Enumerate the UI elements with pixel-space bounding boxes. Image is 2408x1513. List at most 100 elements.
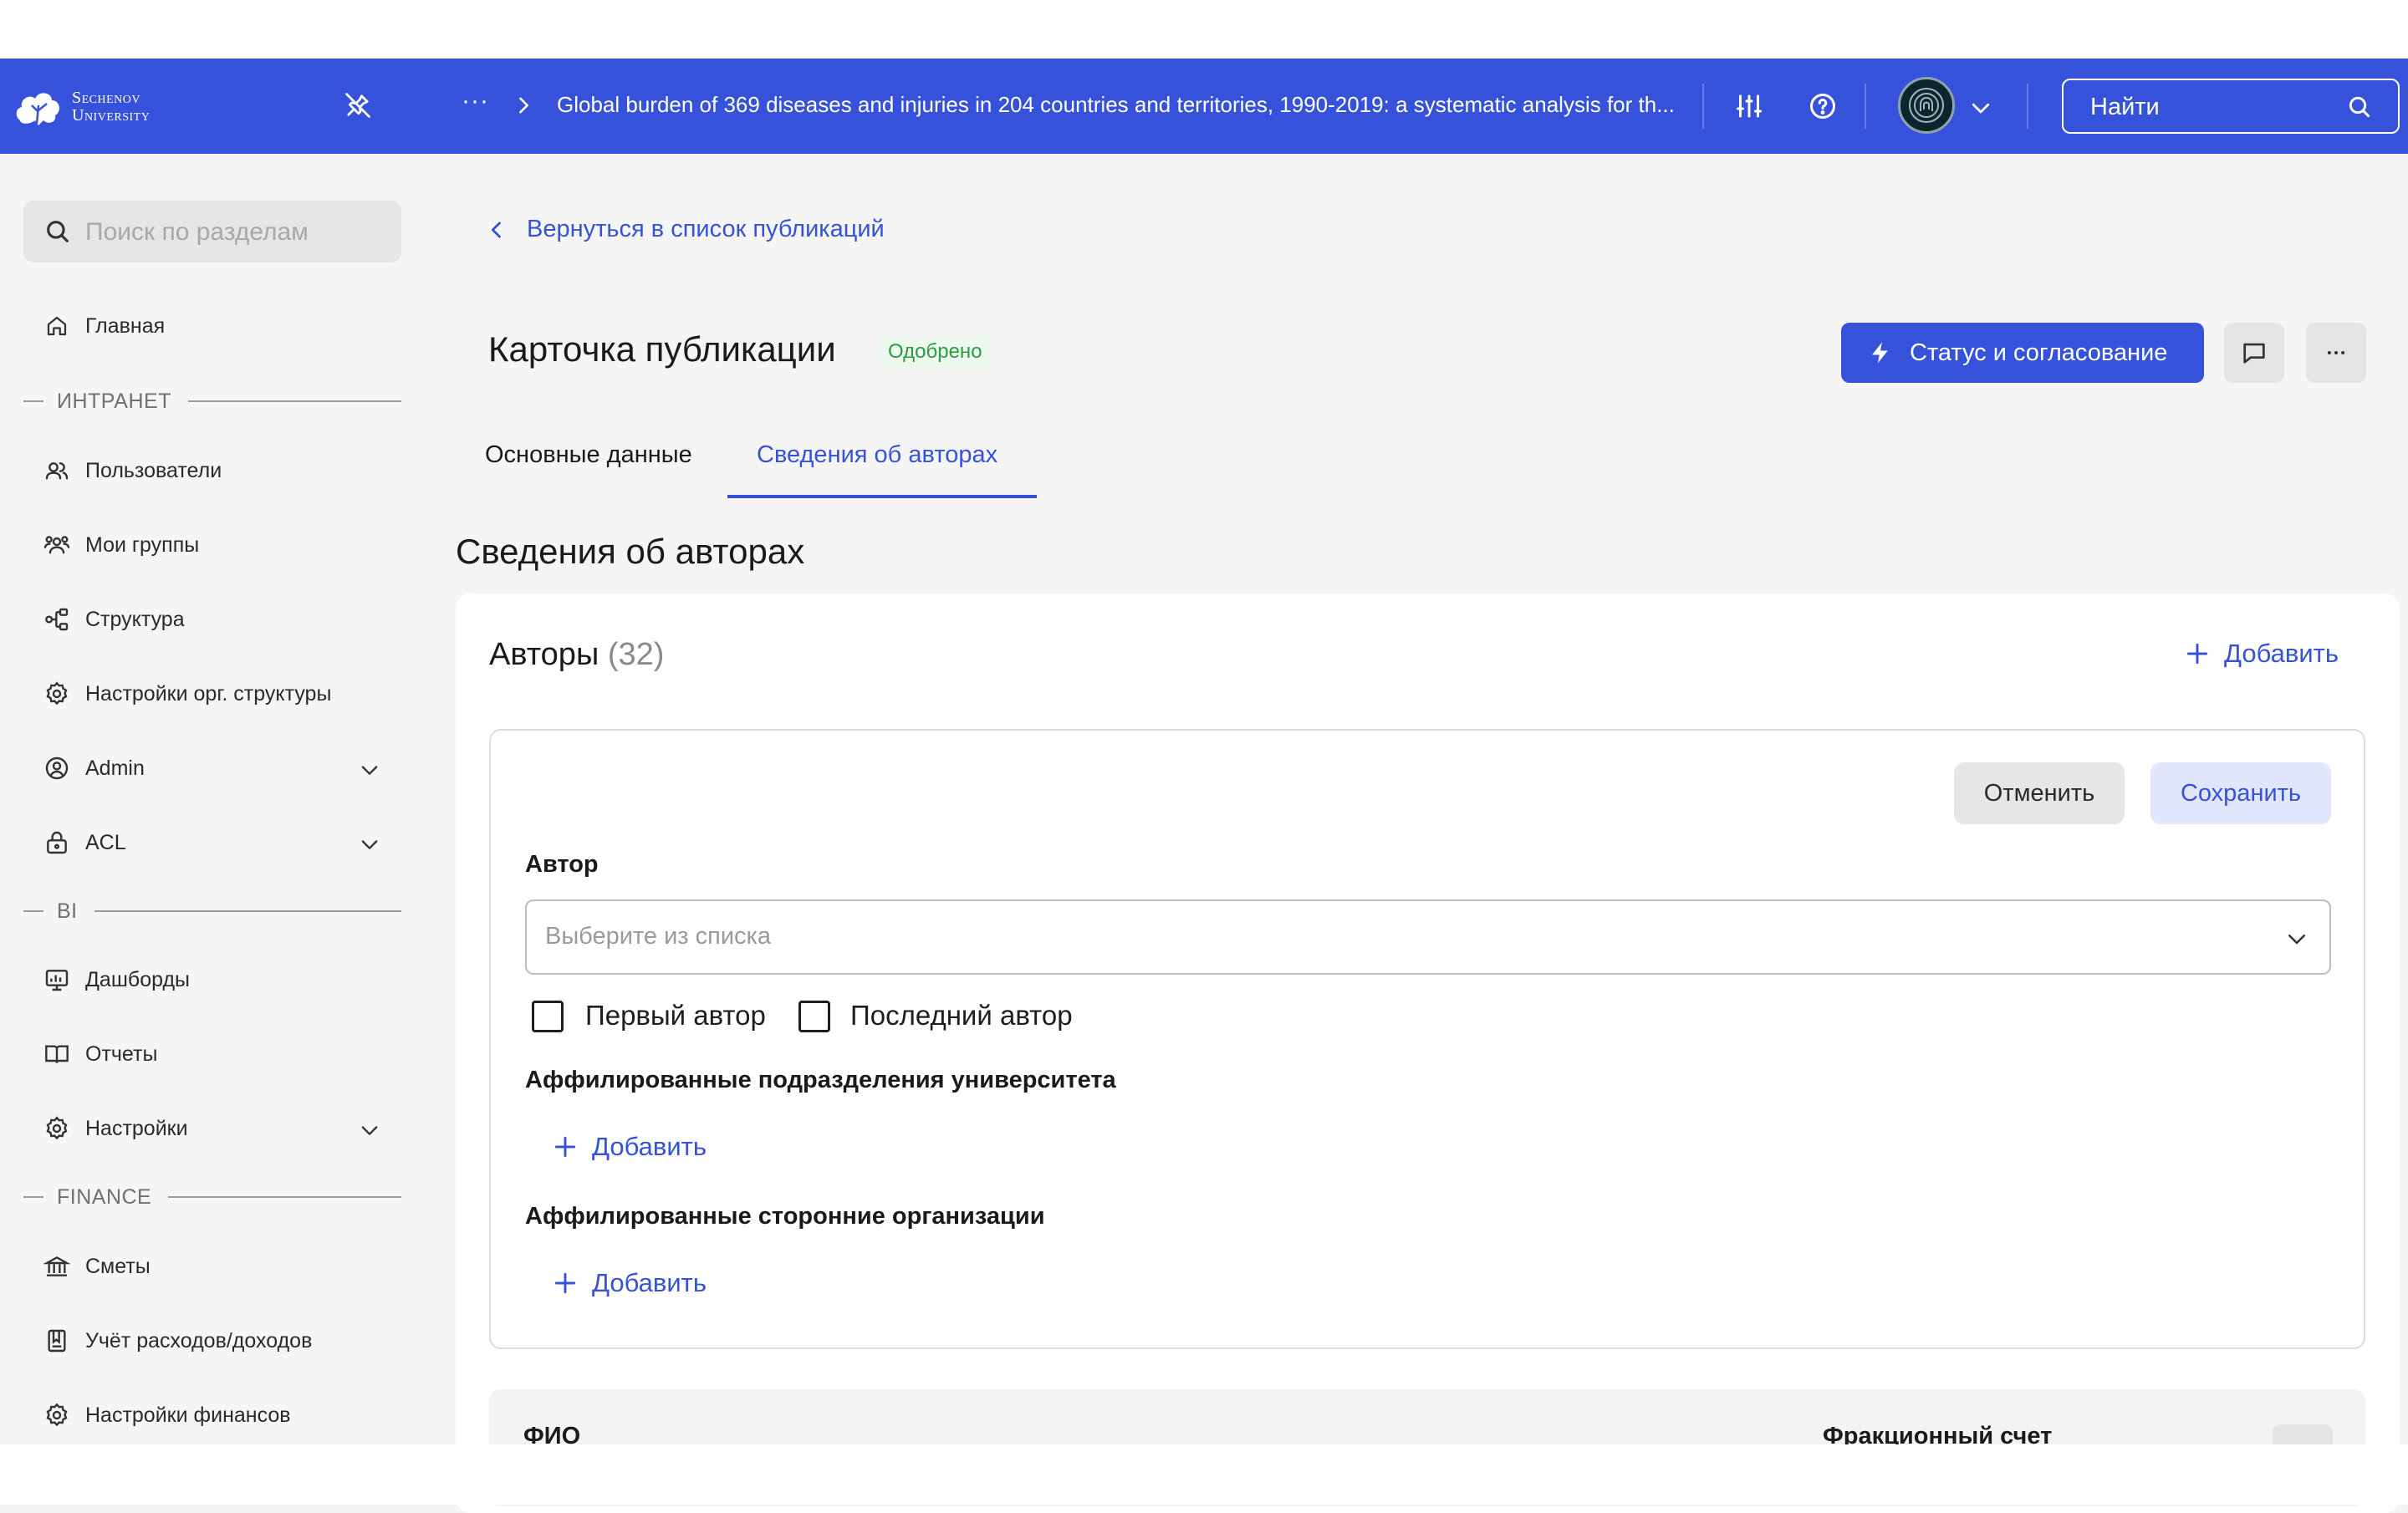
- page-title: Карточка публикации: [488, 329, 836, 369]
- section-label: BI: [57, 899, 78, 923]
- structure-icon: [42, 604, 72, 634]
- affiliated-units-label: Аффилированные подразделения университет…: [525, 1067, 1116, 1093]
- tab-authors[interactable]: Сведения об авторах: [757, 441, 997, 469]
- gear-icon: [42, 1113, 72, 1144]
- active-tab-indicator: [727, 495, 1037, 498]
- bank-icon: [42, 1251, 72, 1281]
- lock-icon: [42, 828, 72, 858]
- gear-icon: [42, 1400, 72, 1430]
- last-author-checkbox[interactable]: [798, 1001, 830, 1032]
- sidebar-item-settings[interactable]: Настройки: [23, 1105, 401, 1152]
- sidebar-section-finance: FINANCE: [23, 1184, 401, 1210]
- status-approval-button[interactable]: Статус и согласование: [1841, 323, 2204, 383]
- bottom-spacer: [0, 1444, 2408, 1505]
- add-affiliated-unit-button[interactable]: Добавить: [552, 1132, 707, 1162]
- top-navbar: Sechenov University ··· Global burden of…: [0, 59, 2408, 154]
- sidebar-item-groups[interactable]: Мои группы: [23, 522, 401, 568]
- sidebar-item-label: Структура: [85, 607, 185, 631]
- logo-icon: [16, 93, 59, 125]
- chevron-down-icon: [2284, 926, 2309, 951]
- sidebar-item-home[interactable]: Главная: [23, 303, 401, 349]
- status-badge: Одобрено: [878, 336, 992, 368]
- authors-count: (32): [607, 637, 665, 672]
- sidebar-item-label: Настройки орг. структуры: [85, 681, 332, 706]
- plus-icon: [2186, 643, 2208, 665]
- add-label: Добавить: [592, 1268, 707, 1297]
- global-search[interactable]: [2062, 79, 2400, 134]
- sidebar-item-acl[interactable]: ACL: [23, 819, 401, 866]
- comments-button[interactable]: [2224, 323, 2284, 383]
- sidebar-item-accounting[interactable]: Учёт расходов/доходов: [23, 1317, 401, 1364]
- logo-line-2: University: [72, 106, 150, 125]
- logo-text: Sechenov University: [72, 89, 150, 125]
- avatar[interactable]: [1898, 77, 1955, 134]
- sidebar-section-intranet: ИНТРАНЕТ: [23, 389, 401, 414]
- add-affiliated-org-button[interactable]: Добавить: [552, 1268, 707, 1298]
- help-icon[interactable]: [1808, 91, 1838, 121]
- comment-icon: [2243, 343, 2265, 364]
- search-icon: [43, 217, 72, 246]
- last-author-label[interactable]: Последний автор: [850, 1000, 1073, 1032]
- sidebar-item-label: ACL: [85, 830, 126, 854]
- sidebar-search[interactable]: [23, 201, 401, 264]
- ledger-icon: [42, 1326, 72, 1356]
- section-label: ИНТРАНЕТ: [57, 389, 171, 413]
- save-button[interactable]: Сохранить: [2150, 762, 2331, 824]
- chevron-down-icon[interactable]: [358, 833, 381, 856]
- chevron-down-icon[interactable]: [358, 1118, 381, 1142]
- cancel-button[interactable]: Отменить: [1954, 762, 2125, 824]
- more-actions-button[interactable]: [2306, 323, 2366, 383]
- section-title: Сведения об авторах: [456, 532, 805, 571]
- sidebar-item-estimates[interactable]: Сметы: [23, 1243, 401, 1290]
- more-horizontal-icon: [2327, 351, 2345, 354]
- back-to-publications-link[interactable]: Вернуться в список публикаций: [485, 216, 885, 243]
- sidebar-item-label: Admin: [85, 756, 145, 780]
- navbar-divider: [1865, 84, 1866, 129]
- chevron-down-icon[interactable]: [358, 758, 381, 782]
- sidebar-item-structure[interactable]: Структура: [23, 596, 401, 643]
- sidebar-item-admin[interactable]: Admin: [23, 745, 401, 792]
- breadcrumb-overflow[interactable]: ···: [462, 87, 489, 115]
- sidebar-item-dashboards[interactable]: Дашборды: [23, 956, 401, 1003]
- first-author-label[interactable]: Первый автор: [585, 1000, 766, 1032]
- navbar-divider: [1702, 84, 1704, 129]
- author-select-placeholder: Выберите из списка: [545, 923, 771, 950]
- navbar-divider: [2027, 84, 2028, 129]
- book-icon: [42, 1039, 72, 1069]
- sidebar-item-label: Настройки финансов: [85, 1403, 291, 1427]
- authors-heading: Авторы (32): [489, 637, 664, 673]
- sidebar-item-users[interactable]: Пользователи: [23, 447, 401, 494]
- sidebar-item-finance-settings[interactable]: Настройки финансов: [23, 1392, 401, 1439]
- sidebar-item-org-settings[interactable]: Настройки орг. структуры: [23, 670, 401, 717]
- dashboard-icon: [42, 965, 72, 995]
- group-icon: [42, 530, 72, 560]
- first-author-checkbox[interactable]: [532, 1001, 564, 1032]
- pin-off-icon[interactable]: [343, 90, 373, 120]
- lightning-icon: [1872, 342, 1888, 364]
- author-select[interactable]: Выберите из списка: [525, 899, 2331, 975]
- global-search-input[interactable]: [2064, 80, 2360, 134]
- sechenov-logo[interactable]: Sechenov University: [13, 84, 150, 130]
- gear-icon: [42, 679, 72, 709]
- sidebar-item-label: Отчеты: [85, 1042, 158, 1066]
- section-label: FINANCE: [57, 1184, 152, 1209]
- sliders-icon[interactable]: [1734, 91, 1764, 121]
- sidebar-item-reports[interactable]: Отчеты: [23, 1031, 401, 1077]
- affiliated-orgs-label: Аффилированные сторонние организации: [525, 1203, 1045, 1230]
- add-author-button[interactable]: Добавить: [2184, 639, 2339, 669]
- top-spacer: [0, 0, 2408, 59]
- tab-main-data[interactable]: Основные данные: [485, 441, 692, 469]
- sidebar-item-label: Дашборды: [85, 967, 190, 991]
- plus-icon: [554, 1136, 576, 1158]
- home-icon: [42, 311, 72, 341]
- sidebar-search-input[interactable]: [84, 201, 388, 264]
- breadcrumb-current[interactable]: Global burden of 369 diseases and injuri…: [557, 92, 1677, 118]
- chevron-down-icon[interactable]: [1968, 95, 1993, 120]
- sidebar-item-label: Настройки: [85, 1116, 188, 1140]
- sidebar-item-label: Главная: [85, 313, 166, 338]
- sidebar-section-bi: BI: [23, 899, 401, 924]
- search-icon[interactable]: [2346, 94, 2373, 120]
- chevron-left-icon: [491, 221, 501, 238]
- add-label: Добавить: [2224, 639, 2339, 668]
- add-label: Добавить: [592, 1132, 707, 1161]
